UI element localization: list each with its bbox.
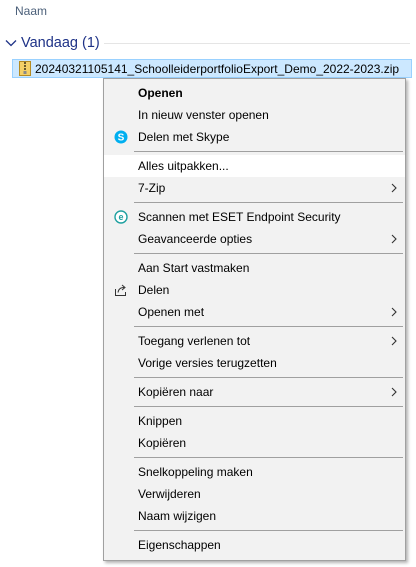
menu-item-openen[interactable]: Openen	[104, 82, 405, 104]
menu-item-naam-wijzigen[interactable]: Naam wijzigen	[104, 505, 405, 527]
chevron-right-icon	[391, 183, 397, 193]
menu-item-verwijderen[interactable]: Verwijderen	[104, 483, 405, 505]
menu-item-openen-met[interactable]: Openen met	[104, 301, 405, 323]
chevron-right-icon	[391, 307, 397, 317]
selected-file-row[interactable]: 20240321105141_SchoolleiderportfolioExpo…	[12, 59, 412, 78]
menu-item-alles-uitpakken[interactable]: Alles uitpakken...	[104, 155, 405, 177]
chevron-right-icon	[391, 387, 397, 397]
menu-separator	[134, 151, 403, 152]
menu-item-label: Kopiëren naar	[138, 385, 214, 399]
menu-separator	[134, 377, 403, 378]
menu-item-7-zip[interactable]: 7-Zip	[104, 177, 405, 199]
menu-separator	[134, 530, 403, 531]
menu-item-scannen-met-eset[interactable]: e Scannen met ESET Endpoint Security	[104, 206, 405, 228]
menu-item-label: Toegang verlenen tot	[138, 334, 251, 348]
group-divider	[104, 43, 410, 44]
menu-item-delen[interactable]: Delen	[104, 279, 405, 301]
menu-item-eigenschappen[interactable]: Eigenschappen	[104, 534, 405, 556]
menu-item-label: Scannen met ESET Endpoint Security	[138, 210, 341, 224]
menu-item-toegang-verlenen-tot[interactable]: Toegang verlenen tot	[104, 330, 405, 352]
svg-text:e: e	[118, 212, 123, 222]
menu-item-aan-start-vastmaken[interactable]: Aan Start vastmaken	[104, 257, 405, 279]
menu-item-label: Delen	[138, 283, 170, 297]
column-header-name[interactable]: Naam	[15, 4, 47, 18]
context-menu: Openen In nieuw venster openen S Delen m…	[103, 78, 406, 561]
menu-item-kopieren-naar[interactable]: Kopiëren naar	[104, 381, 405, 403]
group-label: Vandaag (1)	[21, 35, 100, 51]
menu-item-label: 7-Zip	[138, 181, 166, 195]
menu-separator	[134, 253, 403, 254]
menu-item-delen-met-skype[interactable]: S Delen met Skype	[104, 126, 405, 148]
menu-separator	[134, 457, 403, 458]
menu-separator	[134, 202, 403, 203]
chevron-down-icon	[5, 40, 17, 47]
menu-item-label: Delen met Skype	[138, 130, 230, 144]
menu-separator	[134, 406, 403, 407]
zip-folder-icon	[19, 61, 31, 76]
group-header-today[interactable]: Vandaag (1)	[4, 34, 100, 52]
menu-item-in-nieuw-venster-openen[interactable]: In nieuw venster openen	[104, 104, 405, 126]
menu-item-vorige-versies-terugzetten[interactable]: Vorige versies terugzetten	[104, 352, 405, 374]
menu-item-label: Geavanceerde opties	[138, 232, 253, 246]
svg-text:S: S	[118, 133, 125, 144]
menu-item-snelkoppeling-maken[interactable]: Snelkoppeling maken	[104, 461, 405, 483]
file-name: 20240321105141_SchoolleiderportfolioExpo…	[35, 61, 400, 76]
chevron-right-icon	[391, 234, 397, 244]
menu-item-label: Openen met	[138, 305, 205, 319]
skype-icon: S	[114, 130, 128, 144]
share-icon	[115, 284, 126, 296]
chevron-right-icon	[391, 336, 397, 346]
menu-item-geavanceerde-opties[interactable]: Geavanceerde opties	[104, 228, 405, 250]
menu-item-knippen[interactable]: Knippen	[104, 410, 405, 432]
menu-separator	[134, 326, 403, 327]
menu-item-kopieren[interactable]: Kopiëren	[104, 432, 405, 454]
eset-icon: e	[114, 210, 128, 224]
